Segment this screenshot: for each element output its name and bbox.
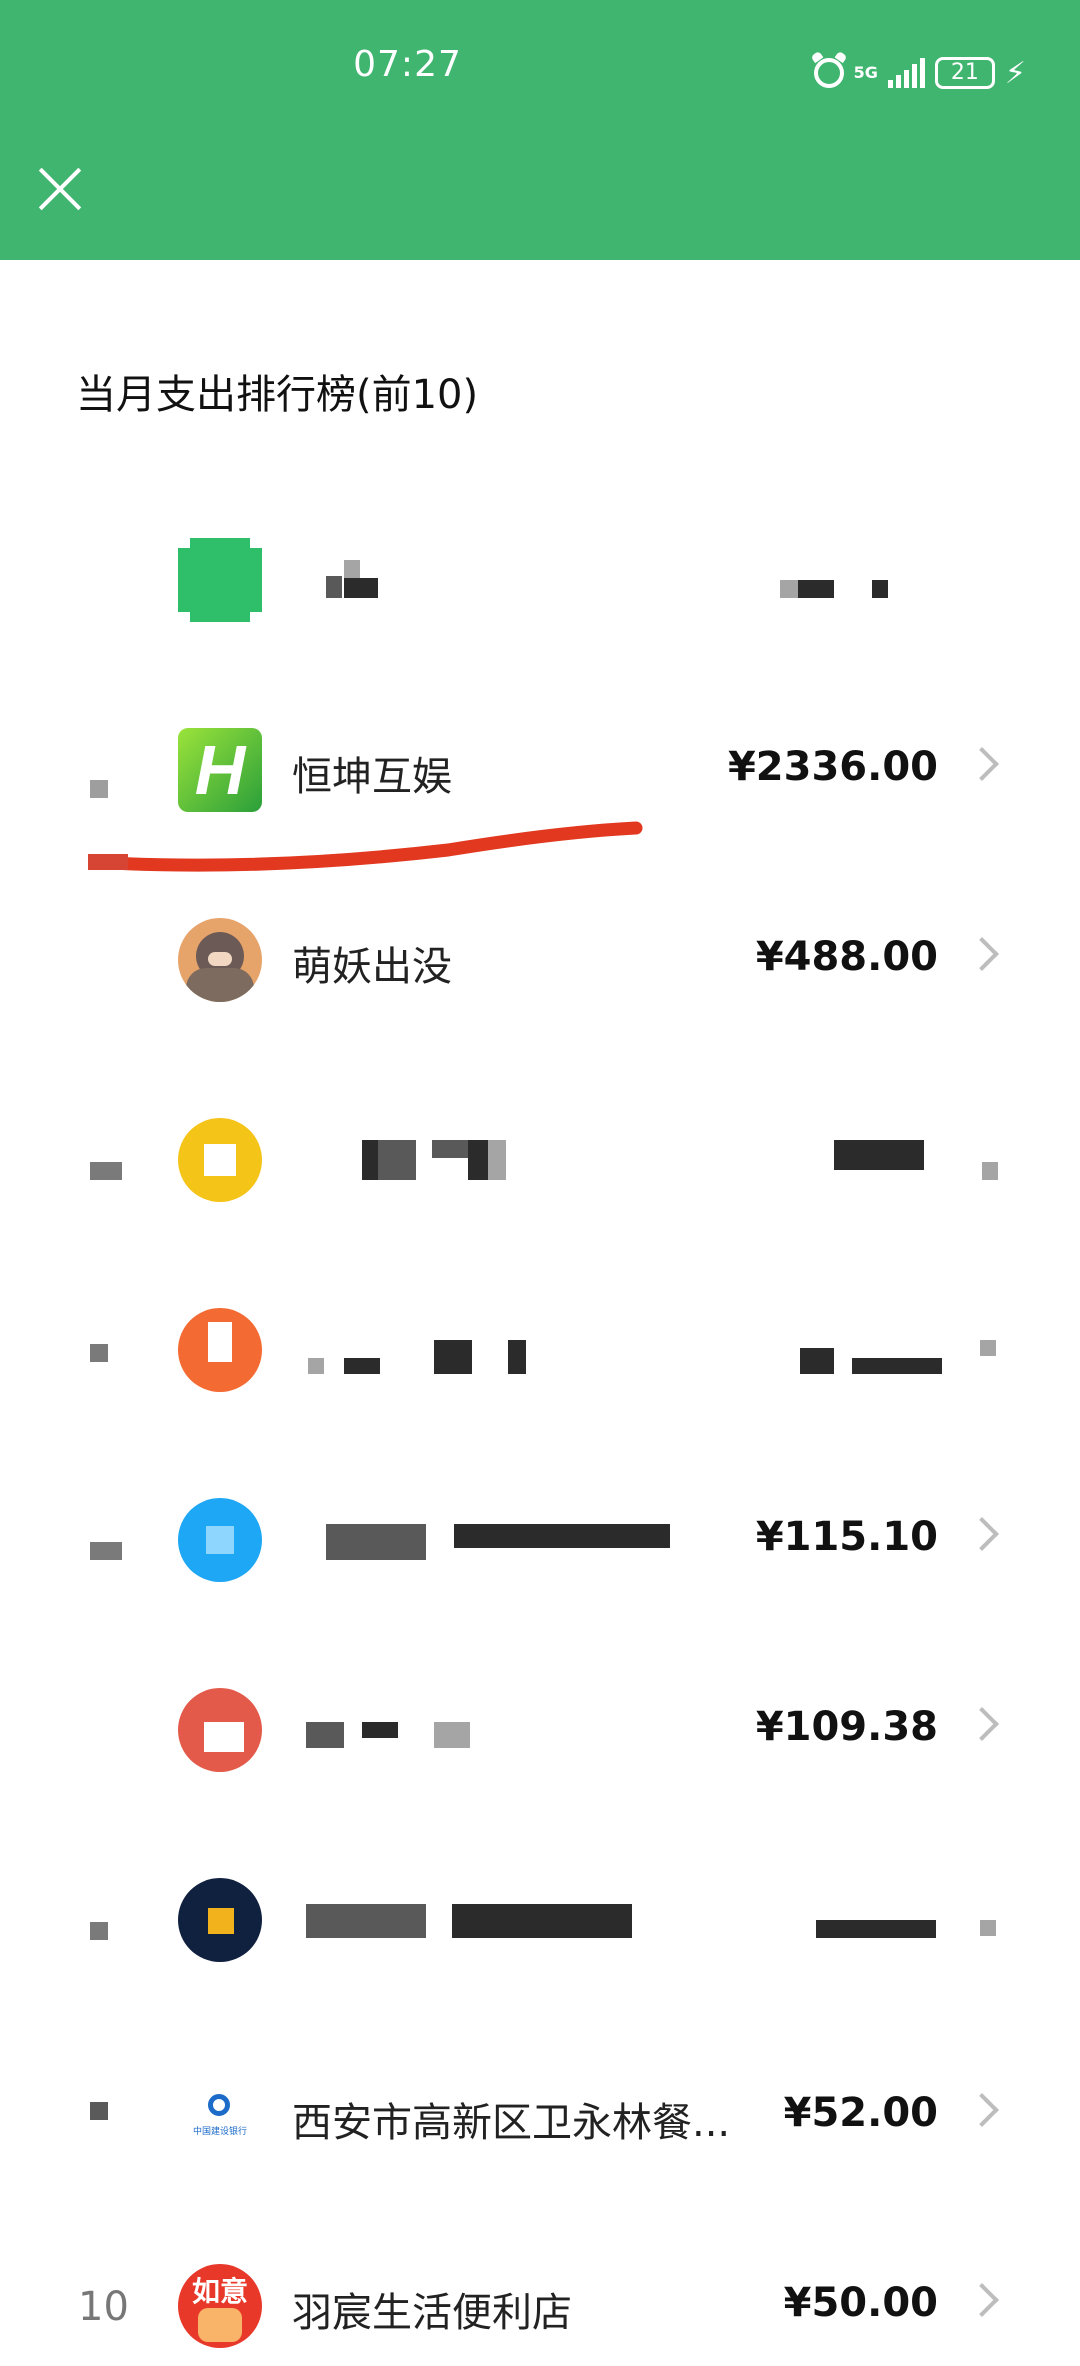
- status-icons: 5G 21 ⚡: [813, 50, 1026, 96]
- chevron-right-icon: [965, 747, 999, 781]
- redacted-chevron: [980, 1340, 996, 1356]
- redacted-name: [468, 1140, 488, 1180]
- merchant-name: 西安市高新区卫永林餐...: [292, 2100, 731, 2146]
- list-item[interactable]: [0, 1100, 1080, 1220]
- redacted-name: [432, 1140, 468, 1158]
- ruyi-logo-text: 如意: [191, 2275, 248, 2308]
- chevron-right-icon: [965, 937, 999, 971]
- redacted-rank: [90, 1162, 122, 1180]
- status-time: 07:27: [353, 44, 462, 85]
- chevron-right-icon: [965, 2283, 999, 2317]
- redacted-chevron: [980, 1920, 996, 1936]
- redacted-name: [362, 1722, 398, 1738]
- amount: ¥50.00: [783, 2280, 938, 2326]
- redacted-rank: [90, 1344, 108, 1362]
- amount: ¥2336.00: [727, 744, 938, 790]
- redacted-name: [454, 1524, 670, 1548]
- merchant-avatar: [178, 918, 262, 1002]
- redacted-name: [306, 1904, 426, 1938]
- merchant-name: 羽宸生活便利店: [292, 2290, 572, 2336]
- list-item[interactable]: [0, 520, 1080, 640]
- list-item[interactable]: 中国建设银行 西安市高新区卫永林餐... ¥52.00: [0, 2056, 1080, 2176]
- redacted-amount: [800, 1348, 834, 1374]
- merchant-avatar: [178, 1878, 262, 1962]
- redacted-name: [306, 1722, 344, 1748]
- redacted-name: [326, 1524, 426, 1560]
- merchant-avatar: [178, 538, 262, 622]
- merchant-avatar: [178, 1498, 262, 1582]
- network-label: 5G: [853, 63, 878, 82]
- merchant-avatar: H: [178, 728, 262, 812]
- list-item[interactable]: 萌妖出没 ¥488.00: [0, 900, 1080, 1020]
- rank-number: 10: [78, 2284, 129, 2330]
- chevron-right-icon: [965, 1517, 999, 1551]
- amount: ¥109.38: [755, 1704, 938, 1750]
- redacted-amount: [780, 580, 798, 598]
- redacted-rank: [90, 1922, 108, 1940]
- charging-icon: ⚡: [1004, 55, 1026, 91]
- top-header: 07:27 5G 21 ⚡: [0, 0, 1080, 260]
- merchant-name: 恒坤互娱: [292, 754, 452, 800]
- redacted-rank: [90, 1542, 122, 1560]
- redacted-name: [434, 1340, 472, 1374]
- redacted-name: [308, 1358, 324, 1374]
- redacted-amount: [872, 580, 888, 598]
- redacted-name: [434, 1722, 470, 1748]
- redacted-amount: [834, 1140, 924, 1170]
- bank-logo-text: 中国建设银行: [192, 2127, 247, 2137]
- redacted-name: [344, 578, 378, 598]
- list-item[interactable]: [0, 1290, 1080, 1410]
- list-item[interactable]: H 恒坤互娱 ¥2336.00: [0, 710, 1080, 830]
- redacted-name: [326, 576, 342, 598]
- redacted-name: [452, 1904, 632, 1938]
- page-title: 当月支出排行榜(前10): [76, 372, 479, 418]
- amount: ¥115.10: [755, 1514, 938, 1560]
- redacted-name: [508, 1340, 526, 1374]
- redacted-chevron: [982, 1162, 998, 1180]
- alarm-icon: [813, 58, 844, 88]
- amount: ¥488.00: [755, 934, 938, 980]
- battery-icon: 21: [934, 57, 995, 89]
- redacted-name: [378, 1140, 416, 1180]
- redacted-name: [344, 560, 360, 578]
- redacted-rank: [90, 780, 108, 798]
- list-item[interactable]: ¥115.10: [0, 1480, 1080, 1600]
- amount: ¥52.00: [783, 2090, 938, 2136]
- merchant-avatar: [178, 1118, 262, 1202]
- merchant-avatar: 如意: [178, 2264, 262, 2348]
- redacted-amount: [852, 1358, 942, 1374]
- merchant-avatar: [178, 1308, 262, 1392]
- merchant-name: 萌妖出没: [292, 944, 452, 990]
- chevron-right-icon: [965, 2093, 999, 2127]
- redacted-name: [488, 1140, 506, 1180]
- merchant-avatar: [178, 1688, 262, 1772]
- bank-avatar: 中国建设银行: [178, 2074, 262, 2158]
- close-icon[interactable]: [36, 166, 84, 214]
- redacted-name: [362, 1140, 378, 1180]
- redacted-amount: [816, 1920, 936, 1938]
- signal-icon: [887, 58, 925, 88]
- list-item[interactable]: [0, 1860, 1080, 1980]
- annotation-stroke: [88, 821, 643, 872]
- redacted-name: [344, 1358, 380, 1374]
- chevron-right-icon: [965, 1707, 999, 1741]
- list-item[interactable]: ¥109.38: [0, 1670, 1080, 1790]
- list-item[interactable]: 10 如意 羽宸生活便利店 ¥50.00: [0, 2246, 1080, 2366]
- redacted-amount: [798, 580, 834, 598]
- redacted-rank: [90, 2102, 108, 2120]
